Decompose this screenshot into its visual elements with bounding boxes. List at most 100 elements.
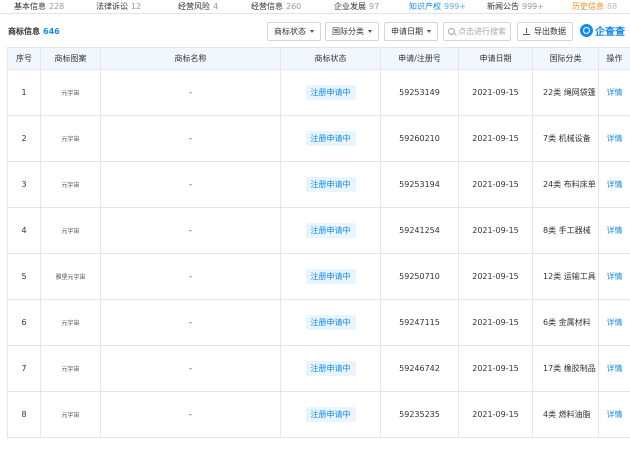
cell-name: - [100,115,281,162]
cell-name: - [100,161,281,208]
tab-count: 12 [131,2,142,11]
col-header-class: 国际分类 [532,47,599,70]
col-header-image: 商标图案 [40,47,101,70]
tab-news[interactable]: 新闻公告 999+ [487,1,544,12]
cell-name: - [100,345,281,392]
cell-class: 7类 机械设备 [532,115,599,162]
export-label: 导出数据 [534,27,566,36]
col-header-action: 操作 [598,47,630,70]
trademark-image-text: 元宇宙 [61,412,80,419]
trademark-image[interactable]: 元宇宙 [40,207,101,254]
section-title: 商标信息 646 [8,26,60,37]
cell-index: 8 [7,391,41,438]
apply-date-filter-dropdown[interactable]: 申请日期 [384,22,438,41]
brand-logo[interactable]: 企查查 [580,23,625,38]
table-row: 4 元宇宙 - 注册申请中 59241254 2021-09-15 8类 手工器… [7,207,630,254]
trademark-image[interactable]: 元宇宙 [40,299,101,346]
tab-label: 企业发展 [334,2,366,11]
tab-label: 经营信息 [251,2,283,11]
col-header-name: 商标名称 [100,47,281,70]
cell-class: 24类 布料床单 [532,161,599,208]
cell-date: 2021-09-15 [458,115,533,162]
cell-index: 4 [7,207,41,254]
cell-name: - [100,207,281,254]
status-filter-label: 商标状态 [274,27,306,36]
tab-count: 260 [286,2,302,11]
trademark-image-text: 元宇宙 [61,90,80,97]
table-row: 8 元宇宙 - 注册申请中 59235235 2021-09-15 4类 燃料油… [7,391,630,438]
status-badge: 注册申请中 [305,269,356,284]
trademark-image[interactable]: 雅堡元宇宙 [40,253,101,300]
cell-index: 1 [7,69,41,116]
tab-label: 基本信息 [14,2,46,11]
cell-name: - [100,391,281,438]
trademark-image-text: 元宇宙 [61,228,80,235]
cell-reg-no: 59247115 [380,299,459,346]
status-badge: 注册申请中 [305,177,356,192]
detail-link[interactable]: 详情 [607,226,623,235]
tab-lawsuits[interactable]: 法律诉讼 12 [96,1,141,12]
cell-status: 注册申请中 [280,207,381,254]
cell-class: 6类 金属材料 [532,299,599,346]
cell-name: - [100,299,281,346]
caret-down-icon [368,30,372,33]
tab-development[interactable]: 企业发展 97 [334,1,379,12]
search-icon [448,28,455,35]
section-count: 646 [43,27,60,36]
cell-index: 2 [7,115,41,162]
detail-link[interactable]: 详情 [607,180,623,189]
cell-status: 注册申请中 [280,345,381,392]
tab-intellectual-property[interactable]: 知识产权 999+ [409,1,466,12]
trademark-image[interactable]: 元宇宙 [40,69,101,116]
detail-link[interactable]: 详情 [607,318,623,327]
export-data-button[interactable]: 导出数据 [517,22,573,41]
trademark-image[interactable]: 元宇宙 [40,161,101,208]
qcc-logo-icon [580,24,593,37]
detail-link[interactable]: 详情 [607,88,623,97]
cell-status: 注册申请中 [280,299,381,346]
tab-basic-info[interactable]: 基本信息 228 [14,1,64,12]
detail-link[interactable]: 详情 [607,364,623,373]
tab-count: 4 [213,2,219,11]
trademark-image-text: 元宇宙 [61,182,80,189]
cell-status: 注册申请中 [280,391,381,438]
tab-history[interactable]: 历史信息 88 [572,1,617,12]
cell-action: 详情 [598,207,630,254]
search-placeholder: 点击进行搜索 [458,27,506,36]
apply-date-filter-label: 申请日期 [391,27,423,36]
download-icon [523,28,530,35]
tab-count: 97 [369,2,380,11]
brand-name: 企查查 [595,27,625,38]
cell-class: 12类 运输工具 [532,253,599,300]
cell-index: 3 [7,161,41,208]
cell-status: 注册申请中 [280,161,381,208]
cell-action: 详情 [598,391,630,438]
cell-date: 2021-09-15 [458,391,533,438]
table-row: 7 元宇宙 - 注册申请中 59246742 2021-09-15 17类 橡胶… [7,345,630,392]
cell-class: 4类 燃料油脂 [532,391,599,438]
detail-link[interactable]: 详情 [607,272,623,281]
cell-reg-no: 59250710 [380,253,459,300]
trademark-image[interactable]: 元宇宙 [40,115,101,162]
search-input[interactable]: 点击进行搜索 [443,22,511,41]
trademark-image[interactable]: 元宇宙 [40,345,101,392]
tab-label: 知识产权 [409,2,441,11]
detail-link[interactable]: 详情 [607,410,623,419]
status-badge: 注册申请中 [305,407,356,422]
cell-reg-no: 59260210 [380,115,459,162]
cell-index: 6 [7,299,41,346]
tab-business-risk[interactable]: 经营风险 4 [178,1,218,12]
status-badge: 注册申请中 [305,85,356,100]
tab-business-info[interactable]: 经营信息 260 [251,1,301,12]
detail-link[interactable]: 详情 [607,134,623,143]
table-row: 2 元宇宙 - 注册申请中 59260210 2021-09-15 7类 机械设… [7,115,630,162]
tab-label: 经营风险 [178,2,210,11]
cell-name: - [100,69,281,116]
caret-down-icon [427,30,431,33]
trademark-image[interactable]: 元宇宙 [40,391,101,438]
cell-status: 注册申请中 [280,69,381,116]
status-filter-dropdown[interactable]: 商标状态 [267,22,321,41]
trademark-image-text: 雅堡元宇宙 [55,274,86,281]
tab-label: 法律诉讼 [96,2,128,11]
intl-class-filter-dropdown[interactable]: 国际分类 [325,22,379,41]
